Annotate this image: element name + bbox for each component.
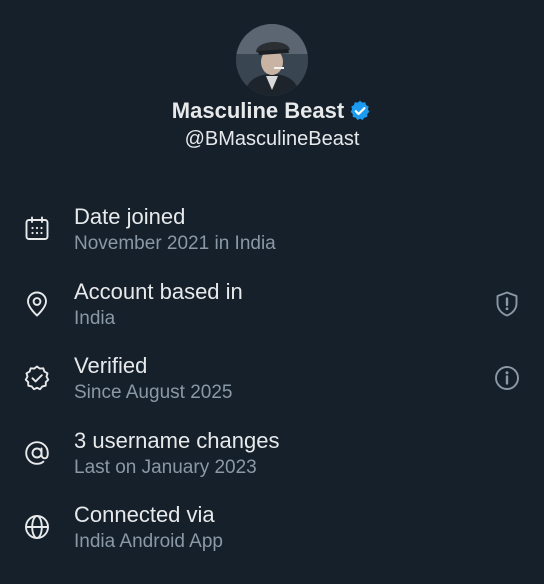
avatar[interactable] — [236, 24, 308, 96]
verified-badge-icon[interactable] — [348, 99, 372, 123]
profile-handle: @BMasculineBeast — [184, 128, 360, 150]
display-name: Masculine Beast — [171, 98, 345, 123]
location-pin-icon — [27, 291, 47, 316]
calendar-icon — [25, 216, 49, 240]
info-icon[interactable] — [492, 363, 522, 393]
info-title: Verified — [74, 353, 148, 378]
info-subtitle: India Android App — [74, 531, 223, 552]
info-row-verified: Verified Since August 2025 — [0, 345, 544, 420]
avatar-image — [236, 24, 308, 96]
info-subtitle: India — [74, 307, 116, 329]
shield-exclamation-icon[interactable] — [492, 289, 522, 319]
info-subtitle: Last on January 2023 — [74, 456, 257, 478]
info-row-account-based-in: Account based in India — [0, 271, 544, 346]
info-title: Connected via — [74, 502, 215, 527]
globe-icon — [25, 515, 49, 539]
info-row-username-changes: 3 username changes Last on January 2023 — [0, 420, 544, 495]
info-row-connected-via: Connected via India Android App — [0, 494, 544, 569]
name-row: Masculine Beast — [0, 96, 544, 126]
info-title: Account based in — [74, 278, 243, 304]
info-row-date-joined: Date joined November 2021 in India — [0, 196, 544, 271]
info-title: 3 username changes — [74, 427, 280, 453]
info-title: Date joined — [74, 204, 186, 229]
profile-header: Masculine Beast @BMasculineBeast — [0, 0, 544, 160]
info-subtitle: November 2021 in India — [74, 233, 276, 254]
account-info-list: Date joined November 2021 in India Accou… — [0, 196, 544, 569]
info-subtitle: Since August 2025 — [74, 382, 233, 403]
verified-check-icon — [24, 365, 50, 391]
at-sign-icon — [25, 440, 49, 465]
